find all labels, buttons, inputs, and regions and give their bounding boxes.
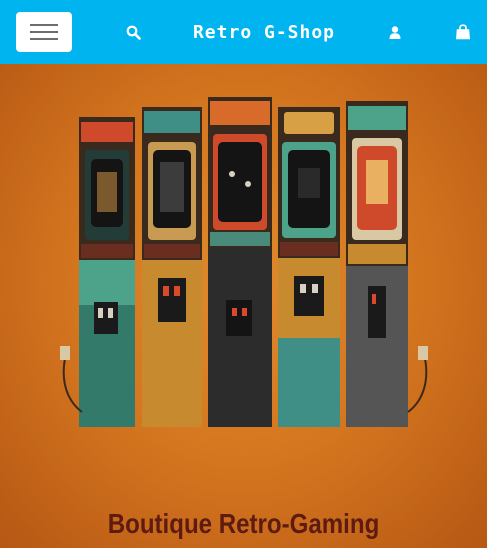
- hamburger-bar: [30, 31, 58, 33]
- arcade-cabinet: [346, 101, 408, 427]
- arcade-cabinet: [278, 107, 340, 427]
- user-icon[interactable]: [389, 26, 401, 39]
- arcade-cabinet: [142, 107, 202, 427]
- hero-title: Boutique Retro-Gaming: [107, 508, 380, 539]
- search-icon[interactable]: [126, 25, 141, 40]
- menu-toggle-button[interactable]: [16, 12, 72, 52]
- site-brand-logo[interactable]: Retro G-Shop: [170, 20, 358, 46]
- top-navbar: Retro G-Shop: [0, 0, 487, 64]
- hamburger-bar: [30, 38, 58, 40]
- arcade-cabinet: [79, 117, 135, 427]
- shopping-bag-icon[interactable]: [455, 24, 471, 40]
- hamburger-bar: [30, 24, 58, 26]
- arcade-cabinet: [208, 97, 272, 427]
- arcade-cabinets-illustration: [60, 97, 428, 427]
- hero-banner: Boutique Retro-Gaming: [0, 64, 487, 548]
